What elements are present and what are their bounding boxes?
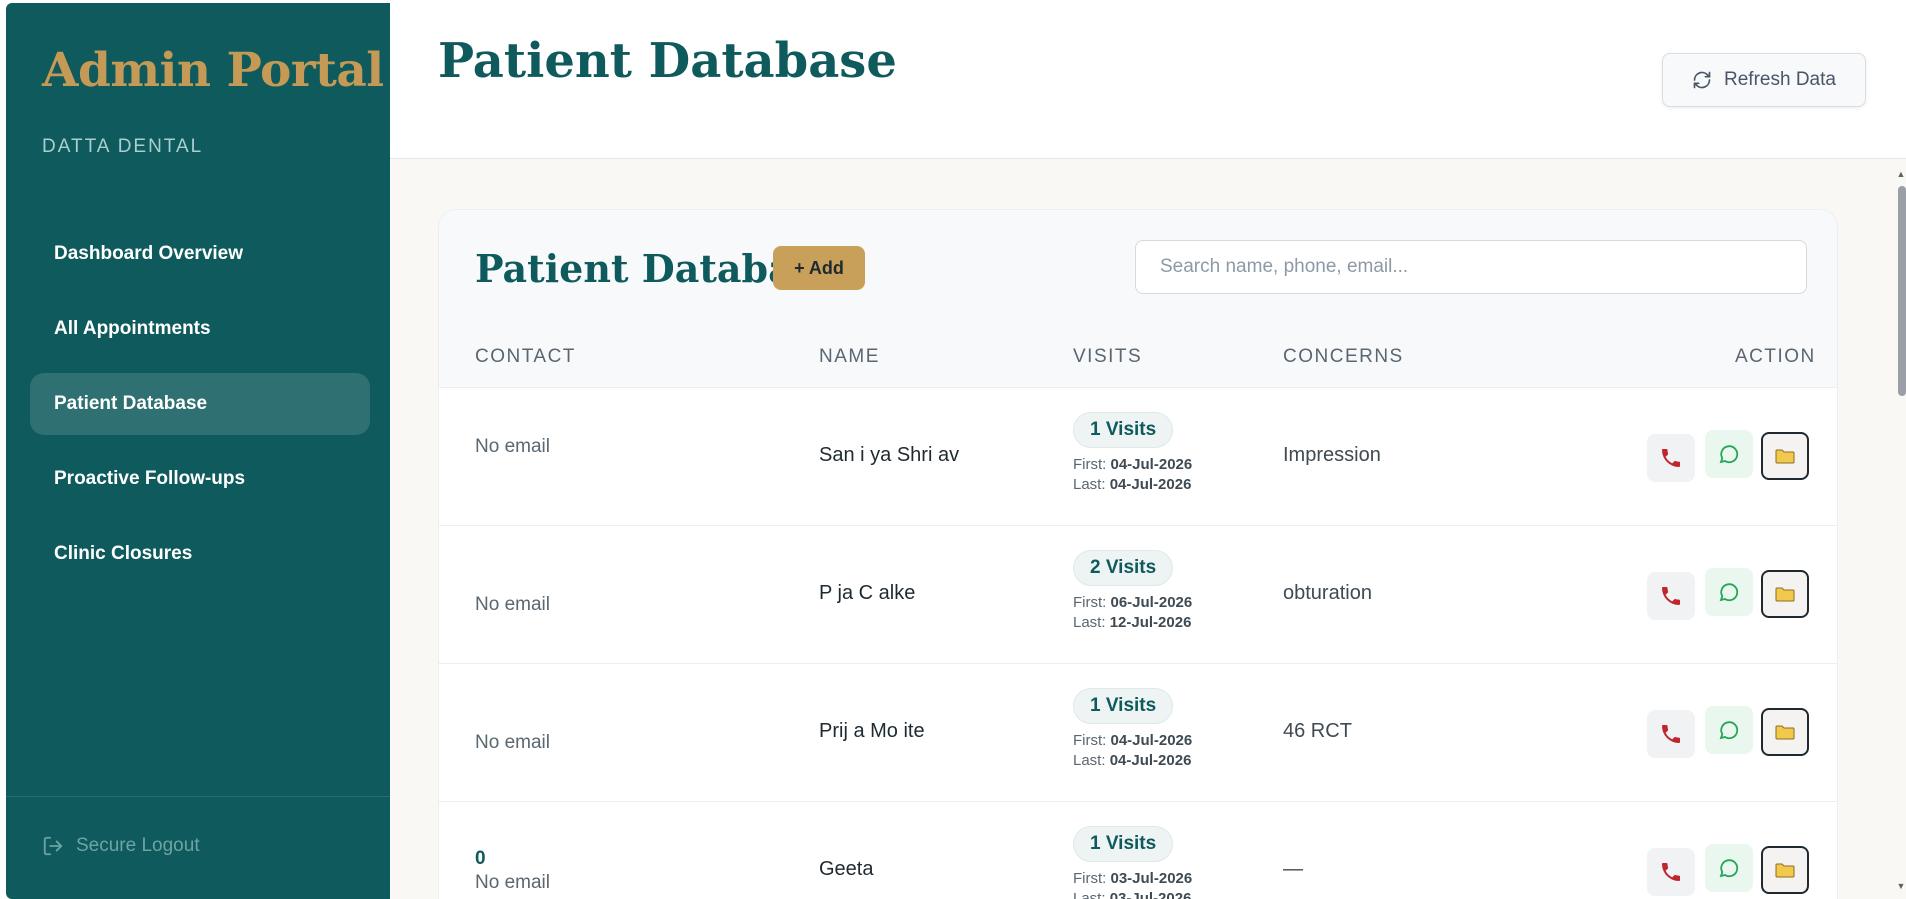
whatsapp-icon [1719,583,1739,602]
table-header: CONTACT NAME VISITS CONCERNS ACTION [439,326,1837,388]
last-visit-date: 12-Jul-2026 [1109,614,1192,631]
logout-button[interactable]: Secure Logout [42,835,200,857]
call-button[interactable] [1647,848,1695,896]
add-patient-button[interactable]: + Add [773,246,865,290]
concern: obturation [1283,582,1372,604]
sidebar-item-all-appointments[interactable]: All Appointments [30,298,370,360]
scrollbar-thumb[interactable] [1898,186,1906,396]
main-content: Patient Database Refresh Data Patient Da… [390,3,1906,899]
contact-email: No email [475,594,550,615]
patient-file-button[interactable] [1761,432,1809,480]
call-button[interactable] [1647,434,1695,482]
patient-name: San i ya Shri av [819,444,960,466]
column-header-action: ACTION [1735,346,1816,367]
sidebar-divider [6,796,390,797]
brand-subtitle: DATTA DENTAL [42,136,204,157]
first-visit-label: First: [1073,594,1107,611]
last-visit-label: Last: [1073,476,1106,493]
contact-email: No email [475,872,550,893]
sidebar-item-patient-database[interactable]: Patient Database [30,373,370,435]
phone-icon [1662,725,1680,743]
folder-icon [1775,587,1795,602]
last-visit-label: Last: [1073,614,1106,631]
refresh-data-label: Refresh Data [1724,69,1836,90]
last-visit-date: 04-Jul-2026 [1109,476,1192,493]
last-visit-label: Last: [1073,752,1106,769]
column-header-concerns: CONCERNS [1283,346,1404,367]
first-visit-date: 04-Jul-2026 [1110,456,1193,473]
patient-file-button[interactable] [1761,846,1809,894]
phone-icon [1662,587,1680,605]
patient-name: P ja C alke [819,582,916,604]
concern: — [1283,858,1303,880]
patient-file-button[interactable] [1761,708,1809,756]
scrollbar-up-arrow[interactable]: ▲ [1896,169,1906,179]
logout-icon [43,836,63,856]
sidebar-item-label: Clinic Closures [54,543,193,564]
folder-icon [1775,449,1795,464]
scrollbar-down-arrow[interactable]: ▼ [1896,881,1906,891]
first-visit-label: First: [1073,456,1107,473]
table-row: No email San i ya Shri av 1 Visits First… [439,388,1837,526]
refresh-icon [1693,71,1711,89]
logout-label: Secure Logout [76,835,200,856]
sidebar-item-dashboard-overview[interactable]: Dashboard Overview [30,223,370,285]
sidebar-nav: Dashboard Overview All Appointments Pati… [30,223,370,598]
concern: 46 RCT [1283,720,1352,742]
patient-name: Prij a Mo ite [819,720,925,742]
table-row: No email P ja C alke 2 Visits First: 06-… [439,526,1837,664]
table-row: No email Prij a Mo ite 1 Visits First: 0… [439,664,1837,802]
column-header-contact: CONTACT [475,346,576,367]
folder-icon [1775,725,1795,740]
first-visit-label: First: [1073,870,1107,887]
whatsapp-button[interactable] [1705,844,1753,892]
brand-title: Admin Portal [42,43,384,98]
table-row: 0 No email Geeta 1 Visits First: 03-Jul-… [439,802,1837,899]
patient-database-card: Patient Database + Add CONTACT NAME VISI… [438,209,1838,899]
visits-badge: 2 Visits [1073,550,1174,586]
whatsapp-button[interactable] [1705,430,1753,478]
whatsapp-icon [1719,445,1739,464]
app-frame: Admin Portal DATTA DENTAL Dashboard Over… [6,3,1906,899]
call-button[interactable] [1647,710,1695,758]
whatsapp-button[interactable] [1705,706,1753,754]
phone-icon [1662,449,1680,467]
whatsapp-icon [1719,859,1739,878]
page-title: Patient Database [438,33,897,89]
call-button[interactable] [1647,572,1695,620]
top-bar: Patient Database Refresh Data [390,3,1906,159]
sidebar-item-proactive-follow-ups[interactable]: Proactive Follow-ups [30,448,370,510]
column-header-name: NAME [819,346,880,367]
visits-badge: 1 Visits [1073,826,1174,862]
search-input[interactable] [1135,240,1807,294]
sidebar-item-clinic-closures[interactable]: Clinic Closures [30,523,370,585]
contact-phone[interactable]: 0 [475,848,550,870]
visits-badge: 1 Visits [1073,412,1174,448]
card-header: Patient Database + Add [439,210,1837,326]
sidebar-item-label: Dashboard Overview [54,243,244,264]
sidebar: Admin Portal DATTA DENTAL Dashboard Over… [6,3,390,899]
first-visit-date: 03-Jul-2026 [1110,870,1193,887]
concern: Impression [1283,444,1381,466]
first-visit-date: 04-Jul-2026 [1110,732,1193,749]
sidebar-item-label: Proactive Follow-ups [54,468,246,489]
patient-file-button[interactable] [1761,570,1809,618]
sidebar-item-label: All Appointments [54,318,211,339]
last-visit-label: Last: [1073,890,1106,899]
contact-email: No email [475,732,550,753]
visits-badge: 1 Visits [1073,688,1174,724]
whatsapp-icon [1719,721,1739,740]
first-visit-date: 06-Jul-2026 [1110,594,1193,611]
contact-email: No email [475,436,550,457]
last-visit-date: 03-Jul-2026 [1109,890,1192,899]
column-header-visits: VISITS [1073,346,1143,367]
first-visit-label: First: [1073,732,1107,749]
refresh-data-button[interactable]: Refresh Data [1662,53,1866,107]
folder-icon [1775,863,1795,878]
phone-icon [1662,863,1680,881]
sidebar-item-label: Patient Database [54,393,208,414]
whatsapp-button[interactable] [1705,568,1753,616]
last-visit-date: 04-Jul-2026 [1109,752,1192,769]
patient-name: Geeta [819,858,874,880]
